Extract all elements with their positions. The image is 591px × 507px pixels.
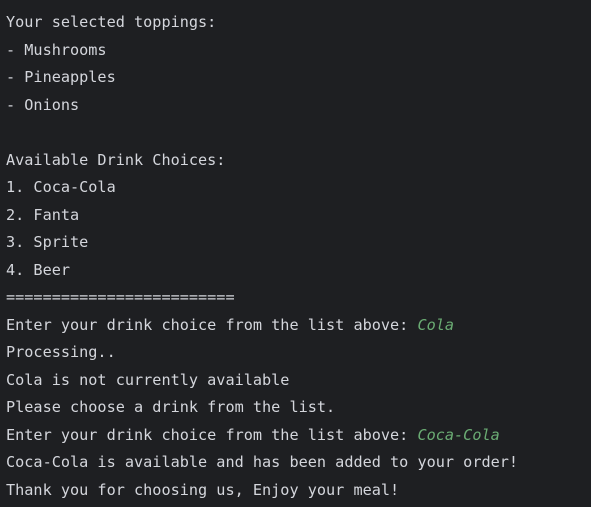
console-line-drink-2: 2. Fanta [6, 202, 591, 230]
output-text: Processing.. [6, 343, 116, 361]
output-text: Your selected toppings: [6, 13, 217, 31]
console-line-choose-again: Please choose a drink from the list. [6, 394, 591, 422]
console-line-separator: ========================= [6, 284, 591, 312]
console-line-drink-4: 4. Beer [6, 257, 591, 285]
prompt-text: Enter your drink choice from the list ab… [6, 315, 418, 334]
output-text: - Pineapples [6, 68, 116, 86]
output-text: 3. Sprite [6, 233, 89, 251]
console-line-drink-3: 3. Sprite [6, 229, 591, 257]
console-line-topping-2: - Pineapples [6, 64, 591, 92]
separator-text: ========================= [6, 288, 235, 306]
console-line-processing: Processing.. [6, 339, 591, 367]
console-line-toppings-header: Your selected toppings: [6, 9, 591, 37]
console-line-prompt-1: Enter your drink choice from the list ab… [6, 312, 591, 340]
output-text: Available Drink Choices: [6, 150, 226, 169]
console-line-prompt-2: Enter your drink choice from the list ab… [6, 422, 591, 450]
console-line-drink-1: 1. Coca-Cola [6, 174, 591, 202]
console-line-added: Coca-Cola is available and has been adde… [6, 449, 591, 477]
output-text: - Mushrooms [6, 40, 107, 59]
console-output[interactable]: Your selected toppings: - Mushrooms - Pi… [0, 0, 591, 507]
output-text: Please choose a drink from the list. [6, 398, 336, 416]
output-text: Cola is not currently available [6, 370, 290, 389]
output-text: Thank you for choosing us, Enjoy your me… [6, 480, 400, 499]
console-line-unavailable: Cola is not currently available [6, 367, 591, 395]
console-line-thank-you: Thank you for choosing us, Enjoy your me… [6, 477, 591, 505]
user-input-text: Cola [417, 315, 455, 334]
output-text: Coca-Cola is available and has been adde… [6, 453, 519, 471]
console-line-topping-1: - Mushrooms [6, 37, 591, 65]
output-text: 2. Fanta [6, 205, 80, 224]
output-text: 4. Beer [6, 260, 71, 279]
console-line-drinks-header: Available Drink Choices: [6, 147, 591, 175]
output-text: - Onions [6, 95, 80, 114]
output-text: 1. Coca-Cola [6, 178, 116, 196]
user-input-text: Coca-Cola [417, 425, 500, 444]
console-line-topping-3: - Onions [6, 92, 591, 120]
prompt-text: Enter your drink choice from the list ab… [6, 425, 418, 444]
